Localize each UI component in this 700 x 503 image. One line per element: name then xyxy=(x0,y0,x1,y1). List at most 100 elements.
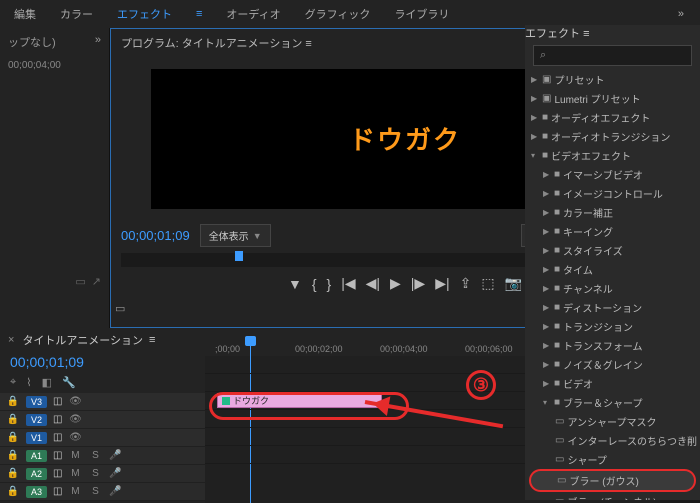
comparison-icon[interactable]: ▭ xyxy=(115,302,125,323)
add-marker-icon[interactable]: ▼ xyxy=(288,276,302,292)
lock-icon[interactable]: 🔒 xyxy=(6,450,20,461)
track-toggle-icon[interactable]: ◫ xyxy=(53,486,62,497)
tree-item-channel[interactable]: ▶■チャンネル xyxy=(529,279,696,298)
timeline-timecode[interactable]: 00;00;01;09 xyxy=(0,352,205,372)
tree-item-audio-tr[interactable]: ▶■オーディオトランジション xyxy=(529,127,696,146)
extract-icon[interactable]: ⬚ xyxy=(481,275,494,292)
annotation-number: ③ xyxy=(466,370,496,400)
collapse-icon[interactable]: » xyxy=(95,34,101,50)
export-frame-icon[interactable]: ▭ xyxy=(75,275,85,288)
menu-edit[interactable]: 編集 xyxy=(14,6,36,22)
panel-menu-icon[interactable]: ≡ xyxy=(583,28,589,40)
folder-icon: ■ xyxy=(542,131,548,142)
effect-icon: ▭ xyxy=(557,475,566,486)
lock-icon[interactable]: 🔒 xyxy=(6,432,20,443)
lock-icon[interactable]: 🔒 xyxy=(6,396,20,407)
track-toggle-icon[interactable]: ◫ xyxy=(53,396,62,407)
tree-item-lumetri[interactable]: ▶▣Lumetri プリセット xyxy=(529,89,696,108)
track-header-v3[interactable]: 🔒V3◫👁 xyxy=(0,393,205,411)
eye-icon[interactable]: 👁 xyxy=(68,396,82,407)
program-current-timecode[interactable]: 00;00;01;09 xyxy=(121,228,190,243)
panel-menu-icon[interactable]: ≡ xyxy=(149,334,155,346)
workspace-menu-icon[interactable]: ≡ xyxy=(196,8,202,20)
playhead-marker[interactable] xyxy=(235,251,243,261)
panel-menu-icon[interactable]: ≡ xyxy=(305,38,311,50)
solo-icon[interactable]: S xyxy=(88,468,102,479)
track-header-a3[interactable]: 🔒A3◫MS🎤 xyxy=(0,483,205,501)
tree-item-interlace[interactable]: ▭インターレースのちらつき削 xyxy=(529,431,696,450)
menu-effects[interactable]: エフェクト xyxy=(117,6,172,22)
tree-item-stylize[interactable]: ▶■スタイライズ xyxy=(529,241,696,260)
tree-item-sharp[interactable]: ▭シャープ xyxy=(529,450,696,469)
zoom-select[interactable]: 全体表示▼ xyxy=(200,224,271,247)
menu-graphics[interactable]: グラフィック xyxy=(305,6,371,22)
folder-icon: ■ xyxy=(554,359,560,370)
mic-icon[interactable]: 🎤 xyxy=(108,468,122,479)
mute-icon[interactable]: M xyxy=(68,450,82,461)
folder-icon: ■ xyxy=(554,226,560,237)
workspace-overflow-icon[interactable]: » xyxy=(678,8,686,20)
tree-item-video[interactable]: ▶■ビデオ xyxy=(529,374,696,393)
track-toggle-icon[interactable]: ◫ xyxy=(53,414,62,425)
video-clip[interactable]: ドウガク xyxy=(217,393,382,408)
lift-icon[interactable]: ⇪ xyxy=(460,275,472,292)
track-header-a1[interactable]: 🔒A1◫MS🎤 xyxy=(0,447,205,465)
step-forward-icon[interactable]: |▶ xyxy=(411,275,425,292)
export-frame-icon[interactable]: 📷 xyxy=(505,275,522,292)
tree-item-blur-sharp[interactable]: ▾■ブラー＆シャープ xyxy=(529,393,696,412)
track-header-v2[interactable]: 🔒V2◫👁 xyxy=(0,411,205,429)
track-toggle-icon[interactable]: ◫ xyxy=(53,468,62,479)
track-toggle-icon[interactable]: ◫ xyxy=(53,432,62,443)
eye-icon[interactable]: 👁 xyxy=(68,414,82,425)
lock-icon[interactable]: 🔒 xyxy=(6,486,20,497)
marker-icon[interactable]: ◧ xyxy=(42,376,52,389)
play-icon[interactable]: ▶ xyxy=(390,275,401,292)
export-clip-icon[interactable]: ↗ xyxy=(92,275,101,288)
tree-item-distort[interactable]: ▶■ディストーション xyxy=(529,298,696,317)
effect-icon: ▭ xyxy=(555,496,564,500)
close-icon[interactable]: × xyxy=(8,334,14,346)
tree-item-keying[interactable]: ▶■キーイング xyxy=(529,222,696,241)
tree-item-noise[interactable]: ▶■ノイズ＆グレイン xyxy=(529,355,696,374)
tree-item-immersive[interactable]: ▶■イマーシブビデオ xyxy=(529,165,696,184)
track-toggle-icon[interactable]: ◫ xyxy=(53,450,62,461)
tree-item-time[interactable]: ▶■タイム xyxy=(529,260,696,279)
go-to-out-icon[interactable]: ▶| xyxy=(435,275,449,292)
menu-color[interactable]: カラー xyxy=(60,6,93,22)
mic-icon[interactable]: 🎤 xyxy=(108,450,122,461)
solo-icon[interactable]: S xyxy=(88,486,102,497)
lock-icon[interactable]: 🔒 xyxy=(6,414,20,425)
folder-icon: ■ xyxy=(542,150,548,161)
snap-icon[interactable]: ⌖ xyxy=(10,376,16,389)
tree-item-audio-fx[interactable]: ▶■オーディオエフェクト xyxy=(529,108,696,127)
menu-library[interactable]: ライブラリ xyxy=(394,6,449,22)
link-icon[interactable]: ⌇ xyxy=(26,376,31,389)
eye-icon[interactable]: 👁 xyxy=(68,432,82,443)
folder-icon: ■ xyxy=(554,264,560,275)
mute-icon[interactable]: M xyxy=(68,468,82,479)
tree-item-imagectrl[interactable]: ▶■イメージコントロール xyxy=(529,184,696,203)
mic-icon[interactable]: 🎤 xyxy=(108,486,122,497)
tree-item-gaussian-blur[interactable]: ▭ブラー (ガウス) xyxy=(529,469,696,492)
solo-icon[interactable]: S xyxy=(88,450,102,461)
folder-icon: ■ xyxy=(554,340,560,351)
tree-item-presets[interactable]: ▶▣プリセット xyxy=(529,70,696,89)
tree-item-channel-blur[interactable]: ▭ブラー (チャンネル) xyxy=(529,492,696,500)
tree-item-colorcorr[interactable]: ▶■カラー補正 xyxy=(529,203,696,222)
settings-wrench-icon[interactable]: 🔧 xyxy=(62,376,76,389)
effects-tree: ▶▣プリセット ▶▣Lumetri プリセット ▶■オーディオエフェクト ▶■オ… xyxy=(525,70,700,500)
tree-item-video-fx[interactable]: ▾■ビデオエフェクト xyxy=(529,146,696,165)
mark-in-icon[interactable]: { xyxy=(312,276,317,292)
tree-item-unsharp[interactable]: ▭アンシャープマスク xyxy=(529,412,696,431)
effects-search-input[interactable]: ⌕ xyxy=(533,45,692,66)
mute-icon[interactable]: M xyxy=(68,486,82,497)
step-back-icon[interactable]: ◀| xyxy=(366,275,380,292)
lock-icon[interactable]: 🔒 xyxy=(6,468,20,479)
track-header-a2[interactable]: 🔒A2◫MS🎤 xyxy=(0,465,205,483)
tree-item-transform[interactable]: ▶■トランスフォーム xyxy=(529,336,696,355)
mark-out-icon[interactable]: } xyxy=(327,276,332,292)
menu-audio[interactable]: オーディオ xyxy=(226,6,280,22)
go-to-in-icon[interactable]: |◀ xyxy=(341,275,355,292)
track-header-v1[interactable]: 🔒V1◫👁 xyxy=(0,429,205,447)
tree-item-transition[interactable]: ▶■トランジション xyxy=(529,317,696,336)
